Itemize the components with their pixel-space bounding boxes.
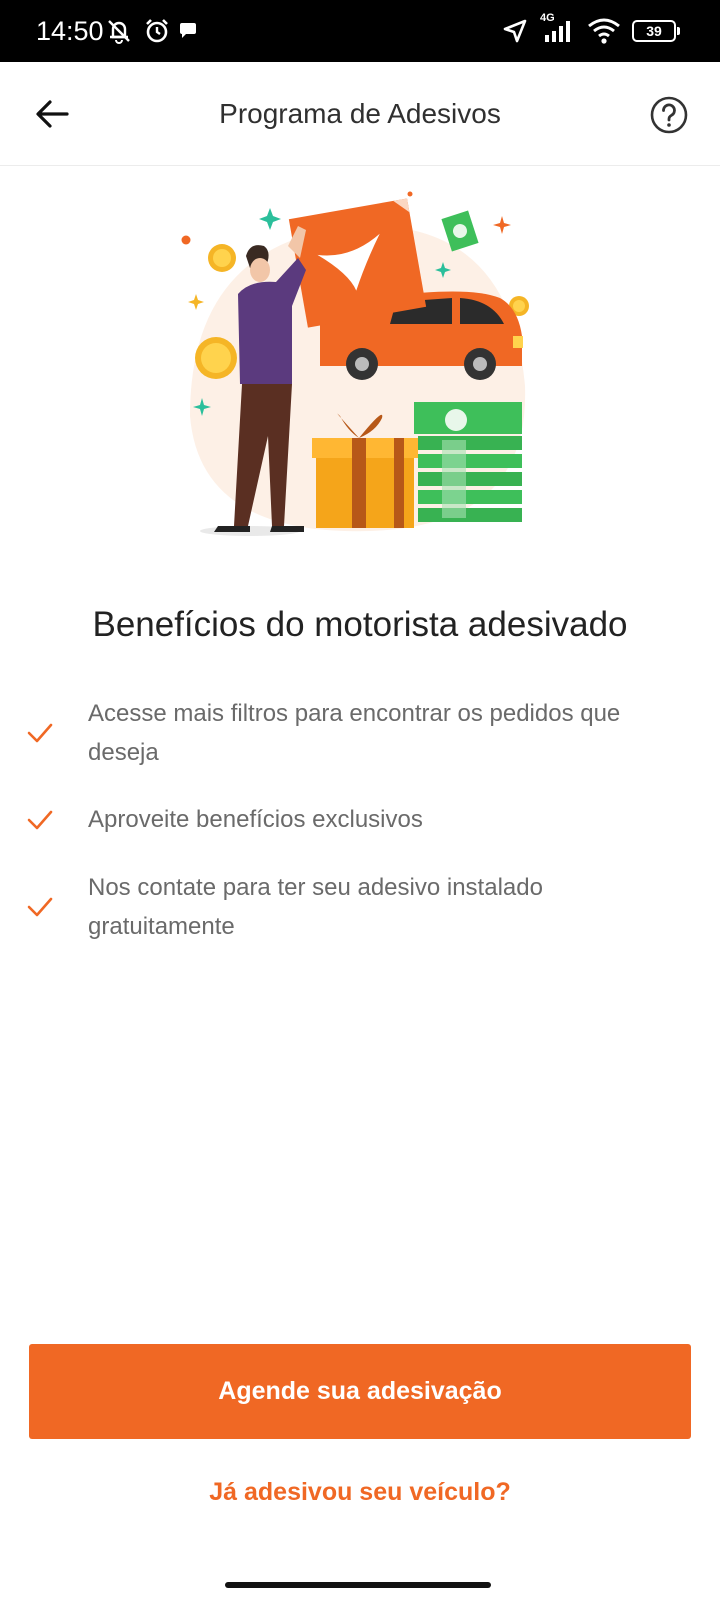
help-button[interactable] [644,90,694,140]
benefit-text: Nos contate para ter seu adesivo instala… [88,874,543,940]
question-circle-icon [650,96,688,134]
already-stickered-link[interactable]: Já adesivou seu veículo? [0,1475,720,1509]
page-title: Programa de Adesivos [219,98,501,129]
chat-bubble-icon [174,14,202,48]
status-time: 14:50 [36,16,104,46]
location-arrow-icon [500,14,530,48]
muted-bell-icon [102,14,136,48]
app-bar: Programa de Adesivos [0,62,720,166]
check-icon [26,808,54,832]
check-icon [26,721,54,745]
schedule-sticker-button[interactable]: Agende sua adesivação [29,1344,691,1439]
benefit-text: Aproveite benefícios exclusivos [88,806,423,833]
benefit-text: Acesse mais filtros para encontrar os pe… [88,700,621,766]
alarm-icon [140,14,174,48]
check-icon [26,895,54,919]
battery-indicator: 39 [632,20,680,42]
status-bar: 14:50 4G 39 [0,0,720,62]
hero-illustration [180,186,540,550]
home-indicator[interactable] [225,1582,491,1588]
signal-icon [540,14,576,48]
benefits-headline: Benefícios do motorista adesivado [92,605,628,644]
wifi-icon [586,14,622,48]
